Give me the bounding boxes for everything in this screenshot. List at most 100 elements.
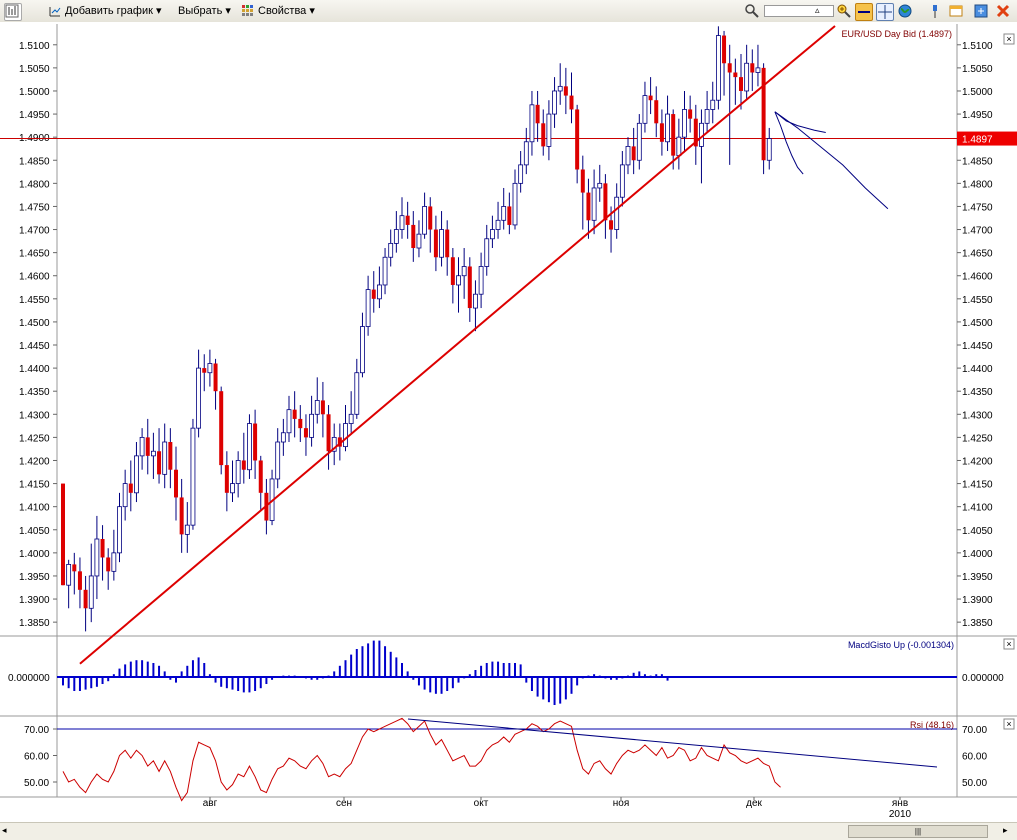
candle-body <box>202 368 207 373</box>
candle-body <box>557 85 563 92</box>
candle-body <box>552 90 557 115</box>
y-tick-label-right: 1.4450 <box>962 341 993 352</box>
rsi-tick-label-left: 60.00 <box>24 752 49 763</box>
globe-icon[interactable] <box>897 3 913 19</box>
close-icon[interactable] <box>995 3 1011 19</box>
rsi-tick-label-right: 60.00 <box>962 752 987 763</box>
y-tick-label-right: 1.4950 <box>962 110 993 121</box>
properties-menu[interactable]: Свойства ▾ <box>241 3 315 19</box>
y-tick-label-left: 1.4500 <box>19 318 50 329</box>
candle-body <box>467 266 472 309</box>
y-tick-label-left: 1.4000 <box>19 549 50 560</box>
candle-body <box>416 233 422 249</box>
candle-body <box>280 432 286 443</box>
candle-body <box>546 113 552 147</box>
candle-body <box>682 109 687 138</box>
y-tick-label-left: 1.4100 <box>19 503 50 514</box>
rsi-tick-label-left: 50.00 <box>24 778 49 789</box>
candle-body <box>286 409 292 434</box>
candle-body <box>710 99 716 110</box>
select-label: Выбрать <box>178 5 223 17</box>
candle-body <box>190 427 196 526</box>
candle-body <box>704 109 710 124</box>
chart-toolbar: Добавить график ▾ Выбрать ▾ Свойства ▾ ▵ <box>0 0 1017 23</box>
zoom-in-icon[interactable] <box>836 3 852 19</box>
candle-body <box>507 206 512 225</box>
scroll-left-icon[interactable]: ◂ <box>2 825 7 836</box>
candle-body <box>739 77 743 91</box>
y-tick-label-right: 1.4400 <box>962 364 993 375</box>
candle-body <box>744 62 750 92</box>
y-tick-label-left: 1.5000 <box>19 87 50 98</box>
candle-body <box>168 442 173 470</box>
candle-body <box>298 418 303 429</box>
candle-body <box>755 67 761 73</box>
y-tick-label-left: 1.4750 <box>19 202 50 213</box>
candle-body <box>354 372 360 415</box>
candle-body <box>253 423 258 461</box>
y-tick-label-left: 1.4850 <box>19 156 50 167</box>
pin-icon[interactable] <box>927 3 943 19</box>
x-month-label: ноя <box>613 798 630 809</box>
candle-body <box>563 86 568 96</box>
zoom-icon[interactable] <box>744 3 760 19</box>
zoom-slider[interactable]: ▵ <box>764 5 834 17</box>
candle-body <box>428 206 433 230</box>
y-tick-label-left: 1.4400 <box>19 364 50 375</box>
candle-body <box>489 229 495 240</box>
candle-body <box>636 122 642 161</box>
rsi-tick-label-right: 70.00 <box>962 725 987 736</box>
macd-zero-label-left: 0.000000 <box>8 673 50 684</box>
candle-body <box>303 428 308 438</box>
y-tick-label-right: 1.5050 <box>962 64 993 75</box>
candle-body <box>529 104 535 143</box>
chart-grid-icon[interactable] <box>4 3 22 21</box>
add-chart-button[interactable]: Добавить график ▾ <box>48 3 162 19</box>
candle-body <box>411 224 416 249</box>
macd-panel-label: MacdGisto Up (-0.001304) <box>848 640 954 650</box>
candle-body <box>365 289 371 327</box>
horizontal-scrollbar[interactable]: ◂ ||| ▸ <box>0 822 1017 840</box>
candle-body <box>659 123 664 142</box>
y-tick-label-left: 1.4700 <box>19 226 50 237</box>
candle-body <box>575 109 580 170</box>
line-tool-icon[interactable] <box>855 3 873 21</box>
select-menu[interactable]: Выбрать ▾ <box>178 3 231 19</box>
candle-body <box>399 215 405 230</box>
candle-body <box>235 460 241 484</box>
candle-body <box>179 497 184 535</box>
candle-body <box>360 326 365 374</box>
candle-body <box>473 293 478 309</box>
scroll-right-icon[interactable]: ▸ <box>1003 825 1008 836</box>
candle-body <box>88 575 94 609</box>
candle-body <box>654 100 659 124</box>
candle-body <box>61 483 65 586</box>
y-tick-label-left: 1.4200 <box>19 456 50 467</box>
candle-body <box>495 219 501 230</box>
y-tick-label-right: 1.4750 <box>962 202 993 213</box>
candle-body <box>106 557 111 572</box>
y-tick-label-right: 1.4200 <box>962 456 993 467</box>
y-tick-label-right: 1.4350 <box>962 387 993 398</box>
candle-body <box>247 423 252 471</box>
x-month-label: янв <box>892 798 908 809</box>
candle-body <box>326 414 331 452</box>
export-icon[interactable] <box>973 3 989 19</box>
y-tick-label-right: 1.3950 <box>962 572 993 583</box>
candle-body <box>716 35 721 101</box>
candle-body <box>766 138 772 161</box>
y-tick-label-right: 1.3850 <box>962 618 993 629</box>
candle-body <box>512 182 518 226</box>
scroll-thumb[interactable]: ||| <box>848 825 988 838</box>
chart-background <box>0 22 1017 822</box>
candle-body <box>117 506 122 554</box>
candle-body <box>569 95 574 110</box>
candle-body <box>405 215 410 225</box>
window-icon[interactable] <box>948 3 964 19</box>
price-chart[interactable]: 1.5100 1.5100 1.5050 1.5050 1.5000 1.5000 1.49… <box>0 22 1017 822</box>
y-tick-label-right: 1.4550 <box>962 295 993 306</box>
candle-body <box>150 450 156 457</box>
y-tick-label-right: 1.4700 <box>962 226 993 237</box>
candle-body <box>72 564 77 572</box>
crosshair-icon[interactable] <box>876 3 894 21</box>
